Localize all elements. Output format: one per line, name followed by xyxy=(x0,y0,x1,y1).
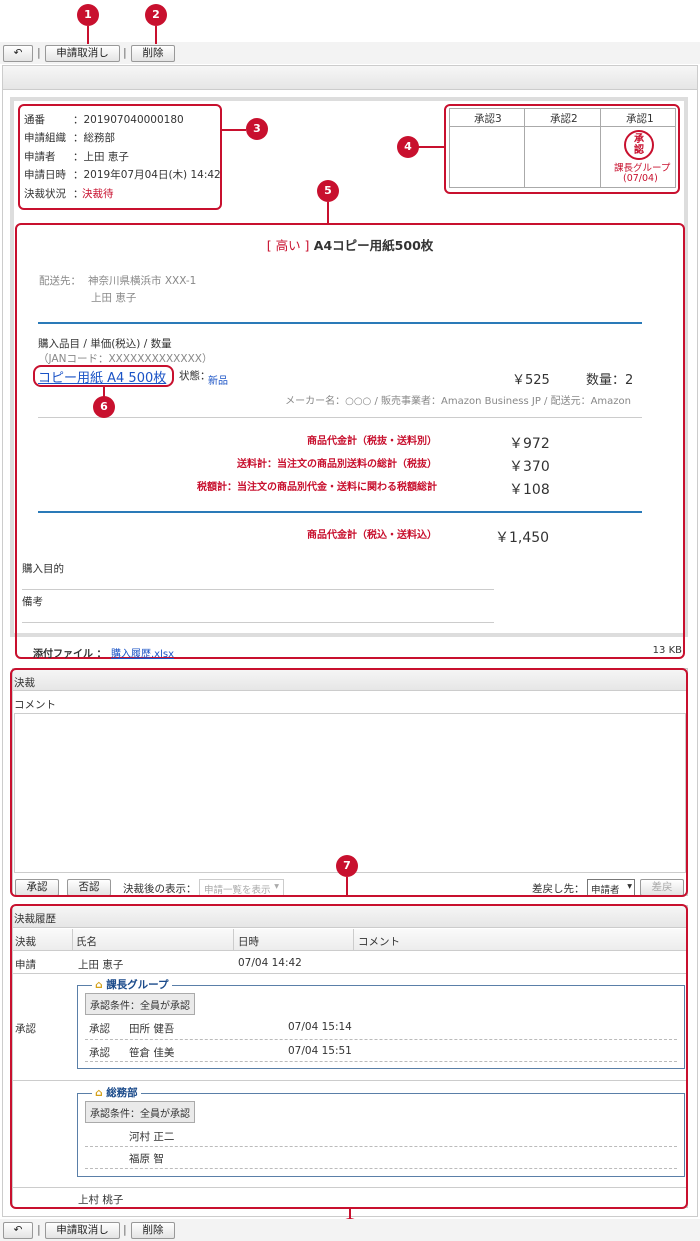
serial-label: 通番 xyxy=(24,114,45,126)
attach-size: 13 KB xyxy=(652,645,682,656)
blue-rule xyxy=(38,511,642,513)
date-label: 申請日時 xyxy=(24,169,66,181)
separator: | xyxy=(37,1223,41,1236)
total-value: ￥1,450 xyxy=(495,530,550,546)
total-label: 商品代金計（税込・送料込） xyxy=(307,530,437,541)
marker-2: 2 xyxy=(145,4,167,26)
date-value: ：2019年07月04日(木) 14:42 xyxy=(73,169,221,181)
back-button[interactable]: ↶ xyxy=(3,45,33,62)
marker-line xyxy=(327,202,329,224)
purpose-label: 購入目的 xyxy=(22,563,64,575)
status-label: 決裁状況 xyxy=(24,188,66,200)
subtotal-label: 商品代金計（税抜・送料別） xyxy=(307,436,437,447)
seal-group: 課長グループ xyxy=(614,163,671,174)
attach-file-link[interactable]: 購入履歴.xlsx xyxy=(111,645,174,660)
priority-tag: [ 高い ] xyxy=(266,238,310,253)
marker-3: 3 xyxy=(246,118,268,140)
status-value: 決裁待 xyxy=(82,188,114,200)
items-header: 購入品目 / 単価(税込) / 数量 xyxy=(38,338,172,350)
frame-header-bar xyxy=(3,66,697,90)
request-title: [ 高い ] A4コピー用紙500枚 xyxy=(0,235,700,254)
applicant-label: 申請者 xyxy=(24,151,56,163)
separator: | xyxy=(123,46,127,59)
seal-text: 承認 xyxy=(634,134,644,156)
separator: | xyxy=(37,46,41,59)
blue-rule xyxy=(38,322,642,324)
delete-button[interactable]: 削除 xyxy=(131,45,175,62)
maker-line: メーカー名：○○○ / 販売事業者：Amazon Business JP / 配… xyxy=(285,396,631,407)
stamp-divider xyxy=(524,108,525,188)
marker-5: 5 xyxy=(317,180,339,202)
marker-1: 1 xyxy=(77,4,99,26)
jan-code: （JANコード：XXXXXXXXXXXXX） xyxy=(38,353,213,365)
serial-value: ：201907040000180 xyxy=(73,114,184,126)
marker-line xyxy=(346,877,348,895)
cancel-application-button[interactable]: 申請取消し xyxy=(45,1222,120,1239)
history-box xyxy=(10,904,688,1209)
approval-seal: 承認 xyxy=(624,130,654,160)
applicant-value: ：上田 恵子 xyxy=(73,151,129,163)
tax-label: 税額計：当注文の商品別代金・送料に関わる税額総計 xyxy=(197,482,437,493)
attach-label: 添付ファイル ： xyxy=(33,649,107,660)
shipping-value: ￥370 xyxy=(509,459,550,475)
stamp-header-3: 承認3 xyxy=(474,113,502,125)
purpose-rule xyxy=(22,589,494,590)
delete-button[interactable]: 削除 xyxy=(131,1222,175,1239)
dest-label: 配送先： xyxy=(39,275,81,287)
marker-7: 7 xyxy=(336,855,358,877)
memo-rule xyxy=(22,622,494,623)
stamp-header-rule xyxy=(449,126,676,127)
item-rule xyxy=(38,417,642,418)
org-value: ：総務部 xyxy=(73,132,115,144)
back-arrow-icon: ↶ xyxy=(13,47,23,59)
marker-line xyxy=(418,146,444,148)
cancel-application-button[interactable]: 申請取消し xyxy=(45,45,120,62)
stamp-divider xyxy=(600,108,601,188)
quantity: 数量：2 xyxy=(586,373,634,388)
back-button[interactable]: ↶ xyxy=(3,1222,33,1239)
item-link[interactable]: コピー用紙 A4 500枚 xyxy=(38,367,166,386)
subtotal-value: ￥972 xyxy=(509,436,550,452)
back-arrow-icon: ↶ xyxy=(13,1224,23,1236)
dest-line2: 上田 恵子 xyxy=(91,292,137,304)
state-label: 状態： xyxy=(179,370,211,382)
state-value: 新品 xyxy=(208,376,228,387)
marker-line xyxy=(222,129,246,131)
seal-date: (07/04) xyxy=(623,173,658,184)
tax-value: ￥108 xyxy=(509,482,550,498)
stamp-header-2: 承認2 xyxy=(550,113,578,125)
shipping-label: 送料計：当注文の商品別送料の総計（税抜） xyxy=(237,459,437,470)
separator: | xyxy=(123,1223,127,1236)
marker-line xyxy=(155,26,157,44)
unit-price: ￥525 xyxy=(512,373,550,388)
marker-line xyxy=(87,26,89,44)
stamp-header-1: 承認1 xyxy=(626,113,654,125)
marker-4: 4 xyxy=(397,136,419,158)
org-label: 申請組織 xyxy=(24,132,66,144)
marker-6: 6 xyxy=(93,396,115,418)
request-title-text: A4コピー用紙500枚 xyxy=(313,238,434,253)
memo-label: 備考 xyxy=(22,596,43,608)
dest-line1: 神奈川県横浜市 XXX-1 xyxy=(88,275,197,287)
